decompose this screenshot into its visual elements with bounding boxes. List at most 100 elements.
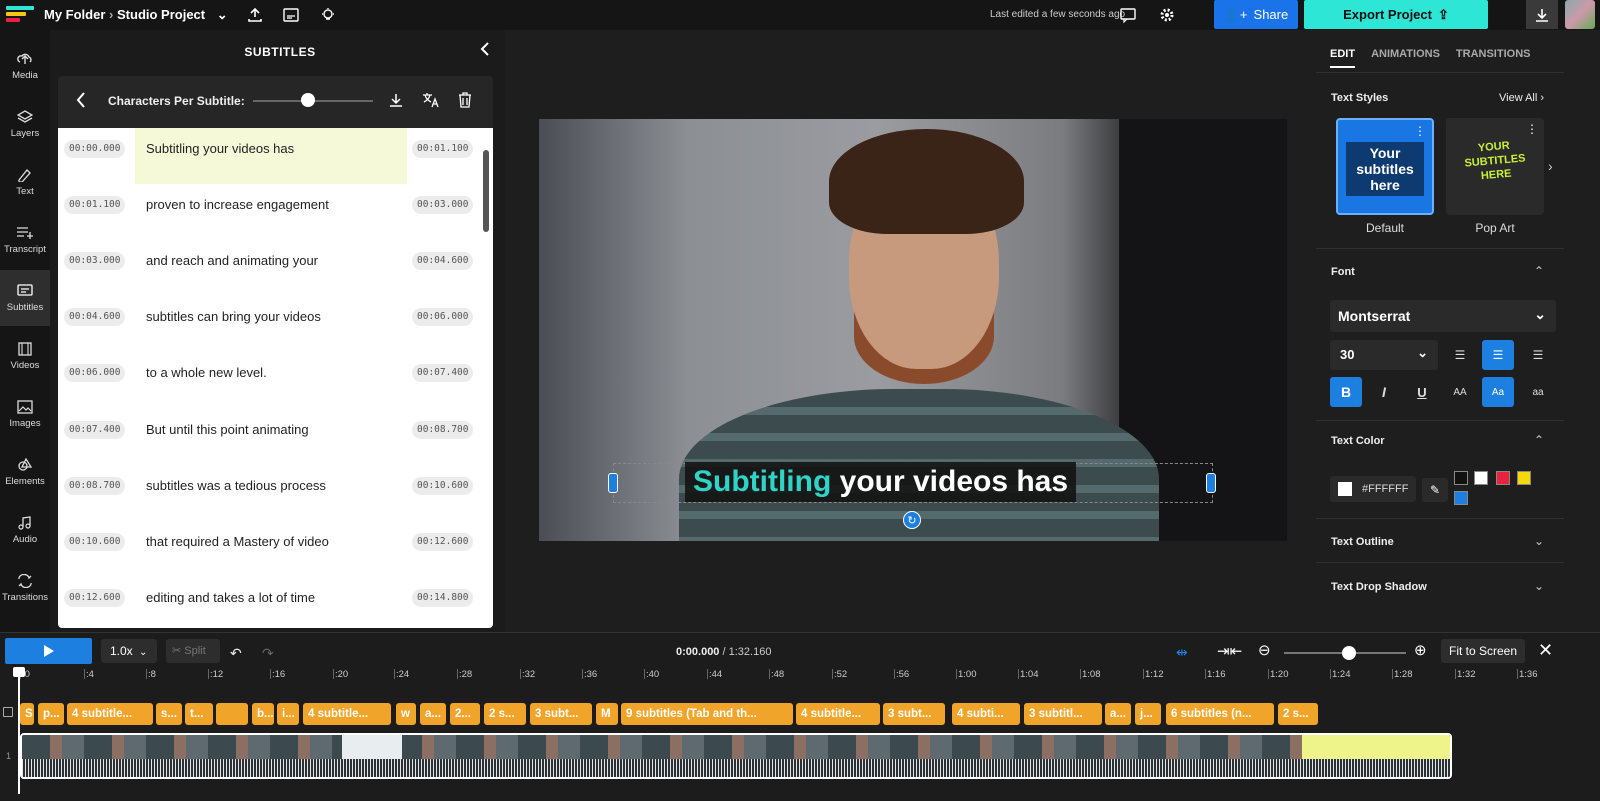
nav-transcript[interactable]: Transcript xyxy=(0,212,50,268)
caption-overlay[interactable]: Subtitling your videos has xyxy=(685,462,1077,502)
subtitle-text[interactable]: to a whole new level. xyxy=(146,364,267,382)
split-button[interactable]: ✂ Split xyxy=(166,639,220,663)
color-swatch-yellow[interactable] xyxy=(1517,471,1531,485)
subtitle-row[interactable]: 00:06.000 to a whole new level. 00:07.40… xyxy=(58,358,493,414)
zoom-slider-knob[interactable] xyxy=(1342,646,1356,660)
text-color-field[interactable]: #FFFFFF xyxy=(1330,476,1416,502)
end-time[interactable]: 00:10.600 xyxy=(412,477,474,495)
color-swatch-black[interactable] xyxy=(1454,471,1468,485)
end-time[interactable]: 00:03.000 xyxy=(412,196,474,214)
nav-audio[interactable]: Audio xyxy=(0,502,50,558)
nav-subtitles[interactable]: Subtitles xyxy=(0,270,50,326)
redo-icon[interactable]: ↷ xyxy=(262,645,274,662)
start-time[interactable]: 00:07.400 xyxy=(64,421,126,439)
color-swatch-white[interactable] xyxy=(1474,471,1488,485)
align-left-icon[interactable]: ☰ xyxy=(1444,340,1476,370)
start-time[interactable]: 00:06.000 xyxy=(64,364,126,382)
tab-transitions[interactable]: TRANSITIONS xyxy=(1456,48,1531,68)
bold-icon[interactable]: B xyxy=(1330,377,1362,407)
start-time[interactable]: 00:12.600 xyxy=(64,589,126,607)
subtitle-chip[interactable]: 6 subtitles (n... xyxy=(1166,703,1274,725)
rotate-handle-icon[interactable]: ↻ xyxy=(903,511,921,529)
project-name[interactable]: Studio Project xyxy=(117,7,205,22)
nav-videos[interactable]: Videos xyxy=(0,328,50,384)
gear-icon[interactable] xyxy=(1157,5,1177,25)
subtitle-row[interactable]: 00:07.400 But until this point animating… xyxy=(58,415,493,471)
subtitle-text[interactable]: that required a Mastery of video xyxy=(146,533,329,551)
font-family-select[interactable]: Montserrat ⌄ xyxy=(1330,300,1556,332)
snap-icon[interactable]: ⇹ xyxy=(1176,644,1200,660)
subtitle-row[interactable]: 00:03.000 and reach and animating your 0… xyxy=(58,246,493,302)
subtitle-chip[interactable]: w xyxy=(396,703,416,725)
chars-slider-knob[interactable] xyxy=(301,93,315,107)
tab-animations[interactable]: ANIMATIONS xyxy=(1371,48,1440,68)
start-time[interactable]: 00:08.700 xyxy=(64,477,126,495)
subtitle-text[interactable]: proven to increase engagement xyxy=(146,196,329,214)
chevron-right-icon[interactable]: › xyxy=(1548,158,1553,174)
translate-icon[interactable] xyxy=(422,92,440,113)
chevron-down-icon[interactable]: ⌄ xyxy=(217,7,228,22)
end-time[interactable]: 00:08.700 xyxy=(412,421,474,439)
end-time[interactable]: 00:12.600 xyxy=(412,533,474,551)
more-icon[interactable]: ⋮ xyxy=(1414,124,1426,138)
subtitle-chip[interactable]: 4 subtitle... xyxy=(67,703,153,725)
avatar[interactable] xyxy=(1565,0,1595,29)
download-icon[interactable] xyxy=(388,92,404,113)
caption-right-handle[interactable] xyxy=(1206,473,1216,493)
subtitle-chip[interactable]: 4 subti... xyxy=(952,703,1020,725)
play-button[interactable] xyxy=(5,638,92,664)
close-icon[interactable]: ✕ xyxy=(1538,640,1553,661)
subtitle-chip[interactable]: t... xyxy=(185,703,213,725)
start-time[interactable]: 00:00.000 xyxy=(64,140,126,158)
subtitle-row[interactable]: 00:08.700 subtitles was a tedious proces… xyxy=(58,471,493,527)
breadcrumb-folder[interactable]: My Folder xyxy=(44,7,105,22)
subtitle-text[interactable]: But until this point animating xyxy=(146,421,309,439)
view-all-link[interactable]: View All › xyxy=(1499,92,1544,104)
align-right-icon[interactable]: ☰ xyxy=(1522,340,1554,370)
subtitle-chip[interactable]: a... xyxy=(1105,703,1131,725)
subtitle-chip[interactable]: 2... xyxy=(450,703,480,725)
start-time[interactable]: 00:04.600 xyxy=(64,308,126,326)
nav-images[interactable]: Images xyxy=(0,386,50,442)
collapse-panel-icon[interactable] xyxy=(480,42,490,61)
subtitle-chip[interactable]: 4 subtitle... xyxy=(303,703,391,725)
share-button[interactable]: 👤+ Share xyxy=(1214,0,1298,29)
logo-icon[interactable] xyxy=(6,6,34,24)
caption-left-handle[interactable] xyxy=(608,473,618,493)
start-time[interactable]: 00:01.100 xyxy=(64,196,126,214)
tab-edit[interactable]: EDIT xyxy=(1330,48,1356,68)
subtitle-chip[interactable]: M xyxy=(596,703,618,725)
video-track[interactable] xyxy=(20,733,1452,779)
subtitle-chip[interactable]: b... xyxy=(252,703,274,725)
subtitle-row[interactable]: 00:04.600 subtitles can bring your video… xyxy=(58,302,493,358)
subtitle-text[interactable]: subtitles can bring your videos xyxy=(146,308,321,326)
sentence-case-icon[interactable]: Aa xyxy=(1482,377,1514,407)
subtitle-chip[interactable]: s... xyxy=(156,703,182,725)
trash-icon[interactable] xyxy=(458,92,472,113)
timeline-ruler[interactable]: :0 :4 :8 :12 :16 :20 :24 :28 :32 :36 :40… xyxy=(0,669,1600,691)
end-time[interactable]: 00:06.000 xyxy=(412,308,474,326)
chevron-down-icon[interactable]: ⌄ xyxy=(1534,534,1544,548)
start-time[interactable]: 00:03.000 xyxy=(64,252,126,270)
export-project-button[interactable]: Export Project ⇪ xyxy=(1304,0,1488,29)
subtitle-text[interactable]: editing and takes a lot of time xyxy=(146,589,315,607)
subtitle-row[interactable]: 00:10.600 that required a Mastery of vid… xyxy=(58,527,493,583)
subtitle-chip[interactable]: 4 subtitle... xyxy=(796,703,880,725)
subtitle-chip[interactable]: j... xyxy=(1135,703,1161,725)
subtitle-text[interactable]: subtitles was a tedious process xyxy=(146,477,326,495)
subtitle-chip[interactable]: p... xyxy=(38,703,64,725)
chevron-down-icon[interactable]: ⌄ xyxy=(1534,579,1544,593)
undo-icon[interactable]: ↶ xyxy=(230,645,242,662)
list-scrollbar[interactable] xyxy=(483,150,489,232)
nav-layers[interactable]: Layers xyxy=(0,96,50,152)
color-swatch-blue[interactable] xyxy=(1454,491,1468,505)
back-icon[interactable] xyxy=(76,92,86,113)
subtitle-text[interactable]: Subtitling your videos has xyxy=(146,140,294,158)
end-time[interactable]: 00:04.600 xyxy=(412,252,474,270)
eyedropper-icon[interactable]: ✎ xyxy=(1422,478,1448,502)
subtitle-chip[interactable] xyxy=(216,703,248,725)
subtitle-chip[interactable]: 2 s... xyxy=(1278,703,1318,725)
end-time[interactable]: 00:07.400 xyxy=(412,364,474,382)
fit-to-screen-button[interactable]: Fit to Screen xyxy=(1441,639,1525,663)
align-center-icon[interactable]: ☰ xyxy=(1482,340,1514,370)
